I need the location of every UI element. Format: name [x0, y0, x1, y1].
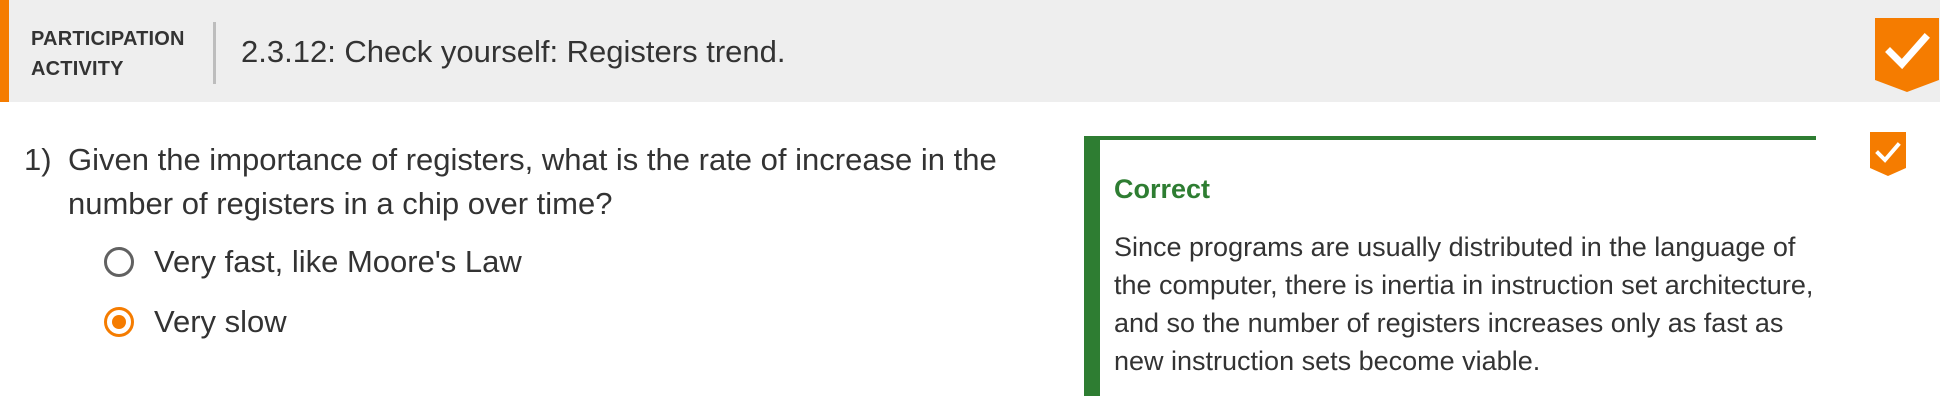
radio-unchecked-icon[interactable] [104, 247, 134, 277]
activity-header: PARTICIPATION ACTIVITY 2.3.12: Check you… [0, 0, 1940, 102]
feedback-box: Correct Since programs are usually distr… [1084, 136, 1816, 396]
activity-type-label: PARTICIPATION ACTIVITY [31, 28, 185, 80]
feedback-text: Since programs are usually distributed i… [1114, 232, 1814, 376]
header-divider [213, 22, 216, 84]
choice-very-fast[interactable]: Very fast, like Moore's Law [104, 240, 522, 284]
activity-title: 2.3.12: Check yourself: Registers trend. [241, 34, 786, 69]
question-1: 1) Given the importance of registers, wh… [0, 102, 1948, 414]
checkmark-badge-icon [1875, 18, 1939, 92]
question-number: 1) [24, 142, 52, 177]
question-checkmark-badge-icon [1870, 132, 1906, 176]
choice-label: Very fast, like Moore's Law [154, 244, 522, 279]
feedback-title: Correct [1114, 174, 1211, 204]
choice-very-slow[interactable]: Very slow [104, 300, 287, 344]
question-text: Given the importance of registers, what … [68, 142, 997, 221]
radio-checked-icon[interactable] [104, 307, 134, 337]
choice-label: Very slow [154, 304, 287, 339]
